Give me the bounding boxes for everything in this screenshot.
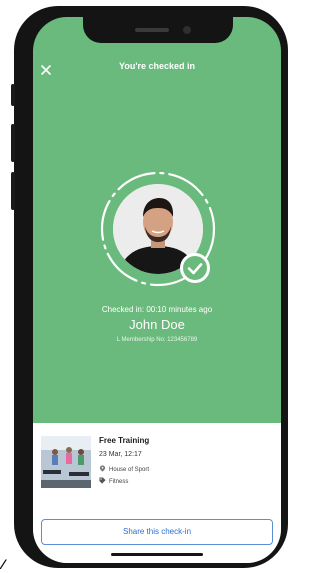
tag-icon	[99, 477, 106, 484]
notch	[83, 17, 233, 43]
side-button	[11, 172, 15, 210]
side-button	[11, 84, 15, 106]
user-name: John Doe	[129, 317, 185, 332]
location-label: House of Sport	[109, 467, 150, 473]
checked-badge	[180, 253, 210, 283]
gym-image	[41, 436, 91, 488]
checkin-ring	[94, 165, 222, 293]
home-indicator	[111, 553, 203, 556]
class-location: House of Sport	[99, 465, 149, 473]
class-date: 23 Mar, 12:17	[99, 451, 142, 458]
membership-number: L Membership No: 123456789	[116, 337, 198, 343]
camera	[183, 26, 191, 34]
app-screen: You're checked in Checked in: 00:10 minu…	[33, 17, 281, 563]
class-thumbnail	[41, 436, 91, 488]
speaker	[135, 28, 169, 32]
check-icon	[187, 263, 203, 275]
page-title: You're checked in	[119, 61, 195, 71]
checkin-time: Checked in: 00:10 minutes ago	[101, 305, 213, 314]
class-title: Free Training	[99, 436, 150, 445]
class-card: Free Training 23 Mar, 12:17 House of Spo…	[33, 423, 281, 563]
category-label: Fitness	[109, 479, 129, 485]
corner-mark: ⁄	[2, 556, 5, 572]
side-button	[11, 124, 15, 162]
location-pin-icon	[99, 465, 106, 472]
share-checkin-button[interactable]: Share this check-in	[41, 519, 273, 545]
class-category: Fitness	[99, 477, 128, 485]
